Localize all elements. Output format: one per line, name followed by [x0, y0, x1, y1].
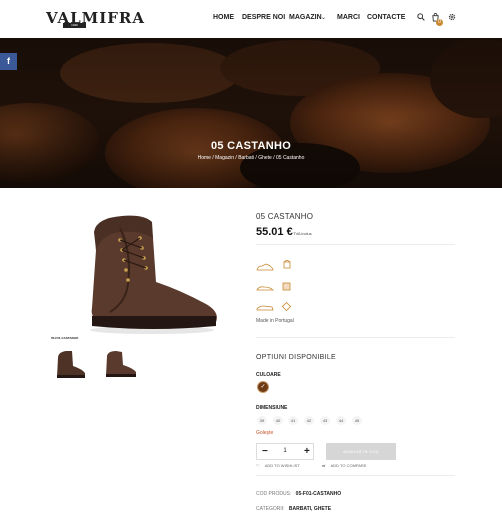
product-name: 05 CASTANHO — [256, 212, 314, 221]
hero-banner: 05 CASTANHO Home / Magazin / Barbati / G… — [0, 38, 502, 188]
size-option[interactable]: 41 — [288, 416, 298, 425]
increase-quantity-button[interactable]: + — [304, 446, 310, 457]
product-main-image[interactable] — [80, 212, 220, 342]
size-option[interactable]: 40 — [273, 416, 283, 425]
search-icon[interactable] — [417, 13, 425, 23]
lining-icon — [282, 257, 292, 275]
size-label: DIMENSIUNE — [256, 405, 288, 411]
divider — [256, 244, 455, 245]
cart-count-badge: 0 — [436, 19, 443, 26]
image-caption: 05-F01-CASTANHO — [51, 336, 79, 340]
compare-label: ADD TO COMPARE — [330, 463, 367, 468]
chevron-down-icon[interactable]: ⌄ — [321, 14, 326, 21]
material-icon — [282, 278, 291, 296]
breadcrumb[interactable]: Home / Magazin / Barbati / Ghete / 05 Ca… — [0, 155, 502, 161]
logo[interactable]: VALMIFRA — [46, 9, 145, 27]
product-sku: COD PRODUS: 05-F01-CASTANHO — [256, 491, 341, 497]
categories-label: CATEGORII: — [256, 506, 285, 512]
thumbnail-1[interactable] — [54, 348, 88, 385]
nav-despre-noi[interactable]: DESPRE NOI — [242, 14, 285, 21]
logo-year: 1946 — [63, 23, 86, 28]
heart-icon: ♡ — [256, 463, 260, 468]
nav-home[interactable]: HOME — [213, 14, 234, 21]
product-price: 55.01 € — [256, 226, 293, 238]
nav-contacte[interactable]: CONTACTE — [367, 14, 405, 21]
page-title: 05 CASTANHO — [210, 140, 292, 152]
gear-icon[interactable] — [448, 13, 456, 23]
sole-icon — [256, 299, 274, 317]
insole-icon — [256, 279, 274, 297]
leather-upper-icon — [256, 258, 274, 276]
quantity-stepper: − 1 + — [256, 443, 314, 460]
facebook-share-button[interactable]: f — [0, 53, 17, 70]
categories-value[interactable]: BARBATI, GHETE — [289, 506, 331, 512]
sku-label: COD PRODUS: — [256, 491, 292, 497]
size-option[interactable]: 42 — [304, 416, 314, 425]
vat-note: TVA inclus — [293, 231, 312, 236]
sku-value: 05-F01-CASTANHO — [295, 491, 342, 497]
nav-magazin[interactable]: MAGAZIN — [289, 14, 322, 21]
diamond-icon — [281, 298, 292, 316]
made-in: Made in Portugal — [256, 318, 294, 324]
size-option[interactable]: 43 — [320, 416, 330, 425]
wishlist-link[interactable]: ♡ ADD TO WISHLIST — [256, 463, 300, 468]
add-to-cart-button[interactable]: ADAUGĂ ÎN COŞ — [326, 443, 396, 460]
thumbnail-2[interactable] — [102, 348, 140, 385]
site-header: VALMIFRA 1946 HOME DESPRE NOI MAGAZIN ⌄ … — [0, 0, 502, 38]
wishlist-label: ADD TO WISHLIST — [264, 463, 300, 468]
nav-marci[interactable]: MARCI — [337, 14, 360, 21]
divider — [256, 475, 455, 476]
compare-icon: ⇄ — [322, 463, 326, 468]
product-categories: CATEGORII: BARBATI, GHETE — [256, 506, 331, 512]
divider — [256, 337, 455, 338]
compare-link[interactable]: ⇄ ADD TO COMPARE — [322, 463, 367, 468]
clear-selection-link[interactable]: Goleşte — [256, 430, 273, 436]
size-option[interactable]: 45 — [352, 416, 362, 425]
options-title: OPTIUNI DISPONIBILE — [256, 354, 336, 361]
color-label: CULOARE — [256, 372, 281, 378]
size-option[interactable]: 39 — [257, 416, 267, 425]
hero-shoes-image — [0, 38, 502, 188]
size-option[interactable]: 44 — [336, 416, 346, 425]
color-swatch-selected[interactable]: ✓ — [257, 381, 269, 393]
